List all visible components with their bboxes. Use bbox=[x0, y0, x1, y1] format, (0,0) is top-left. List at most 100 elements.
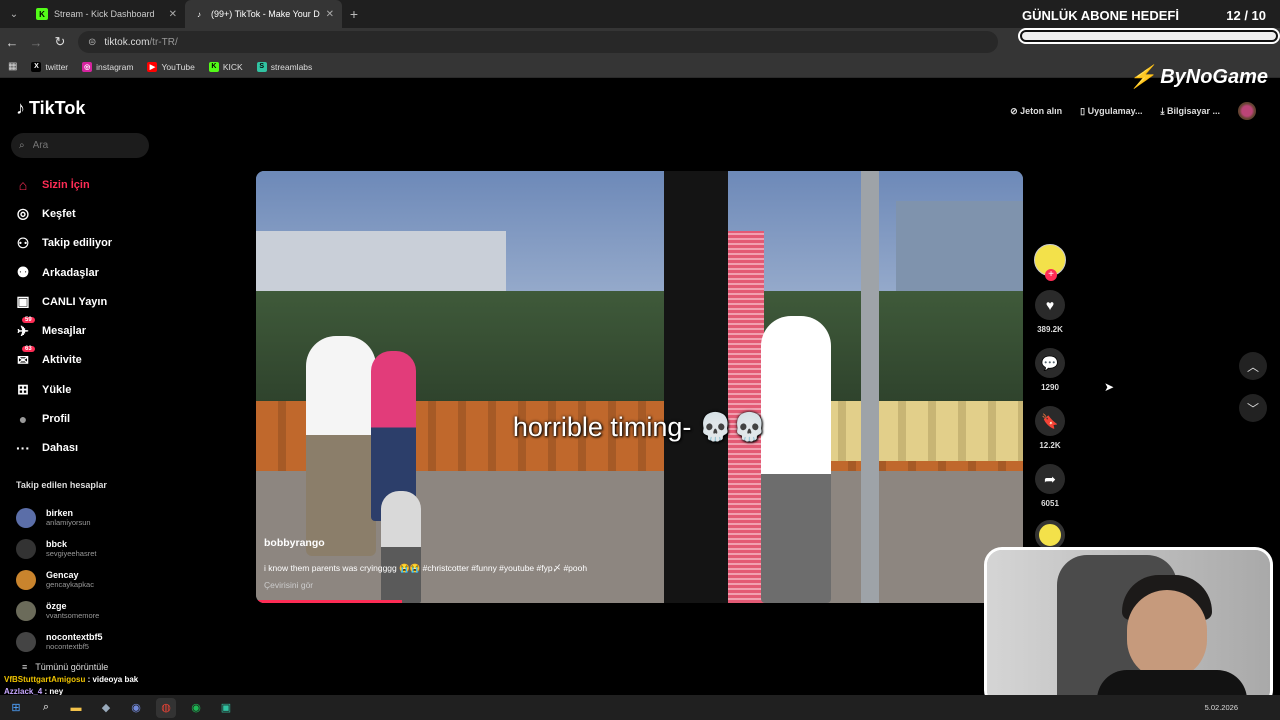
sidebar-item-profile[interactable]: ● Profil bbox=[14, 404, 154, 433]
chat-message: VfBStuttgartAmigosu : videoya bak bbox=[4, 674, 138, 686]
get-app-label: Uygulamay... bbox=[1087, 105, 1143, 116]
list-item[interactable]: birken anlamiyorsun bbox=[16, 502, 156, 533]
see-all-label: Tümünü görüntüle bbox=[35, 662, 109, 672]
bookmark-twitter[interactable]: Xtwitter bbox=[31, 61, 68, 72]
bookmark-streamlabs[interactable]: Sstreamlabs bbox=[256, 61, 312, 72]
sidebar-item-messages[interactable]: ✈ 59 Mesajlar bbox=[14, 316, 154, 345]
list-item[interactable]: nocontextbf5 nocontextbf5 bbox=[16, 626, 156, 657]
search-icon: ⌕ bbox=[19, 140, 25, 151]
video-person bbox=[761, 316, 831, 603]
following-list: birken anlamiyorsun bbck sevgiyeehasret Ge… bbox=[16, 502, 156, 657]
bookmark-instagram[interactable]: ◎ instagram bbox=[82, 61, 133, 72]
nav-label: Keşfet bbox=[42, 207, 76, 220]
inbox-icon: ✉ 63 bbox=[14, 345, 35, 369]
activity-badge: 63 bbox=[22, 345, 35, 352]
bookmark-kick[interactable]: K KICK bbox=[208, 61, 243, 72]
chrome-icon[interactable]: ◍ bbox=[156, 697, 176, 718]
bolt-icon: ⚡ bbox=[1128, 64, 1157, 89]
forward-icon[interactable]: → bbox=[24, 35, 48, 50]
get-coins-button[interactable]: ⊘ Jeton alın bbox=[1010, 106, 1062, 117]
tab-title: (99+) TikTok - Make Your Day bbox=[211, 9, 320, 19]
goal-current: 12 bbox=[1226, 8, 1241, 23]
video-player[interactable]: horrible timing- 💀💀 bobbyrango i know th… bbox=[256, 171, 1023, 603]
sidebar-item-friends[interactable]: ⚉ Arkadaşlar bbox=[14, 258, 154, 287]
desktop-app-button[interactable]: ⤓ Bilgisayar ... bbox=[1160, 106, 1220, 117]
goal-title: GÜNLÜK ABONE HEDEFİ bbox=[1022, 8, 1179, 23]
avatar bbox=[16, 631, 36, 652]
save-button[interactable]: 🔖 bbox=[1035, 406, 1065, 436]
logo-text: TikTok bbox=[29, 98, 86, 118]
apps-grid-icon[interactable]: ▦ bbox=[8, 61, 17, 72]
account-name: nocontextbf5 bbox=[46, 632, 103, 642]
bookmark-youtube[interactable]: ▶ YouTube bbox=[147, 61, 195, 72]
like-button[interactable]: ♥ bbox=[1035, 290, 1065, 320]
url-field[interactable]: ⊜ tiktok.com/tr-TR/ bbox=[78, 31, 998, 53]
account-username: gencaykapkac bbox=[46, 580, 94, 589]
account-username: vvantsomemore bbox=[46, 611, 100, 620]
url-host: tiktok.com bbox=[104, 36, 150, 48]
user-avatar[interactable] bbox=[1238, 102, 1256, 120]
music-disc-icon[interactable] bbox=[1035, 520, 1065, 550]
close-tab-icon[interactable]: ✕ bbox=[169, 9, 177, 20]
sidebar-item-live[interactable]: ▣ CANLI Yayın bbox=[14, 287, 154, 316]
creator-avatar[interactable]: + bbox=[1034, 244, 1066, 281]
nav-label: Profil bbox=[42, 413, 71, 426]
sidebar-item-for-you[interactable]: ⌂ Sizin İçin bbox=[14, 170, 154, 199]
nav-label: Dahası bbox=[42, 442, 79, 455]
video-progress-bar[interactable] bbox=[256, 600, 402, 603]
bookmarks-bar: ▦ Xtwitter ◎ instagram ▶ YouTube K KICK Sst… bbox=[0, 56, 1280, 78]
sidebar-item-explore[interactable]: ◎ Keşfet bbox=[14, 199, 154, 228]
video-author[interactable]: bobbyrango bbox=[264, 537, 325, 549]
comment-icon: 💬 bbox=[1041, 354, 1059, 371]
tab-search-icon[interactable]: ⌄ bbox=[0, 0, 28, 28]
kick-logo-icon: K bbox=[208, 61, 219, 72]
sidebar-nav: ⌂ Sizin İçin ◎ Keşfet ⚇ Takip ediliyor ⚉ Ark… bbox=[14, 170, 154, 463]
goal-progress-bar bbox=[1018, 28, 1280, 44]
tab-kick-dashboard[interactable]: K Stream - Kick Dashboard ✕ bbox=[28, 0, 185, 28]
comment-button[interactable]: 💬 bbox=[1035, 348, 1065, 378]
list-item[interactable]: bbck sevgiyeehasret bbox=[16, 533, 156, 564]
site-info-icon[interactable]: ⊜ bbox=[88, 37, 96, 48]
file-explorer-icon[interactable]: ▬ bbox=[66, 698, 86, 718]
mouse-cursor-icon: ➤ bbox=[1104, 380, 1115, 394]
avatar bbox=[16, 538, 36, 559]
search-box[interactable]: ⌕ bbox=[11, 133, 149, 158]
sidebar-item-upload[interactable]: ⊞ Yükle bbox=[14, 375, 154, 404]
search-icon[interactable]: ⌕ bbox=[36, 698, 56, 718]
tab-tiktok[interactable]: ♪ (99+) TikTok - Make Your Day ✕ bbox=[185, 0, 342, 28]
video-scene-pole bbox=[861, 171, 879, 603]
see-all-link[interactable]: ≡ Tümünü görüntüle bbox=[22, 662, 108, 672]
spotify-icon[interactable]: ◉ bbox=[186, 698, 206, 718]
list-item[interactable]: özge vvantsomemore bbox=[16, 595, 156, 626]
previous-video-button[interactable]: ︿ bbox=[1239, 352, 1267, 380]
streamlabs-logo-icon: S bbox=[256, 61, 267, 72]
list-item[interactable]: Gencay gencaykapkac bbox=[16, 564, 156, 595]
close-tab-icon[interactable]: ✕ bbox=[326, 9, 334, 20]
windows-start-icon[interactable]: ⊞ bbox=[6, 698, 26, 718]
goal-progress-fill bbox=[1022, 32, 1276, 40]
sidebar-item-following[interactable]: ⚇ Takip ediliyor bbox=[14, 229, 154, 258]
chevron-up-icon: ︿ bbox=[1246, 359, 1259, 374]
sidebar-item-more[interactable]: ··· Dahası bbox=[14, 434, 154, 463]
sidebar-item-activity[interactable]: ✉ 63 Aktivite bbox=[14, 345, 154, 375]
app-icon[interactable]: ◆ bbox=[96, 698, 116, 718]
tiktok-favicon-icon: ♪ bbox=[197, 9, 201, 19]
bookmark-icon: 🔖 bbox=[1041, 412, 1059, 429]
search-input[interactable] bbox=[32, 140, 133, 151]
tiktok-logo[interactable]: ♪ TikTok bbox=[16, 98, 85, 119]
reload-icon[interactable]: ↻ bbox=[48, 34, 72, 50]
discord-icon[interactable]: ◉ bbox=[126, 698, 146, 718]
next-video-button[interactable]: ﹀ bbox=[1239, 394, 1267, 422]
translate-link[interactable]: Çevirisini gör bbox=[264, 580, 313, 590]
streaming-app-icon[interactable]: ▣ bbox=[216, 698, 236, 718]
account-name: özge bbox=[46, 601, 67, 611]
get-app-button[interactable]: ▯ Uygulamay... bbox=[1080, 106, 1142, 117]
new-tab-button[interactable]: + bbox=[342, 6, 366, 22]
bookmark-label: KICK bbox=[222, 61, 243, 72]
follow-plus-icon[interactable]: + bbox=[1045, 269, 1057, 281]
avatar bbox=[16, 569, 36, 590]
nav-label: Sizin İçin bbox=[42, 178, 90, 191]
share-button[interactable]: ➦ bbox=[1035, 464, 1065, 494]
account-username: anlamiyorsun bbox=[46, 518, 91, 527]
back-icon[interactable]: ← bbox=[0, 35, 24, 50]
